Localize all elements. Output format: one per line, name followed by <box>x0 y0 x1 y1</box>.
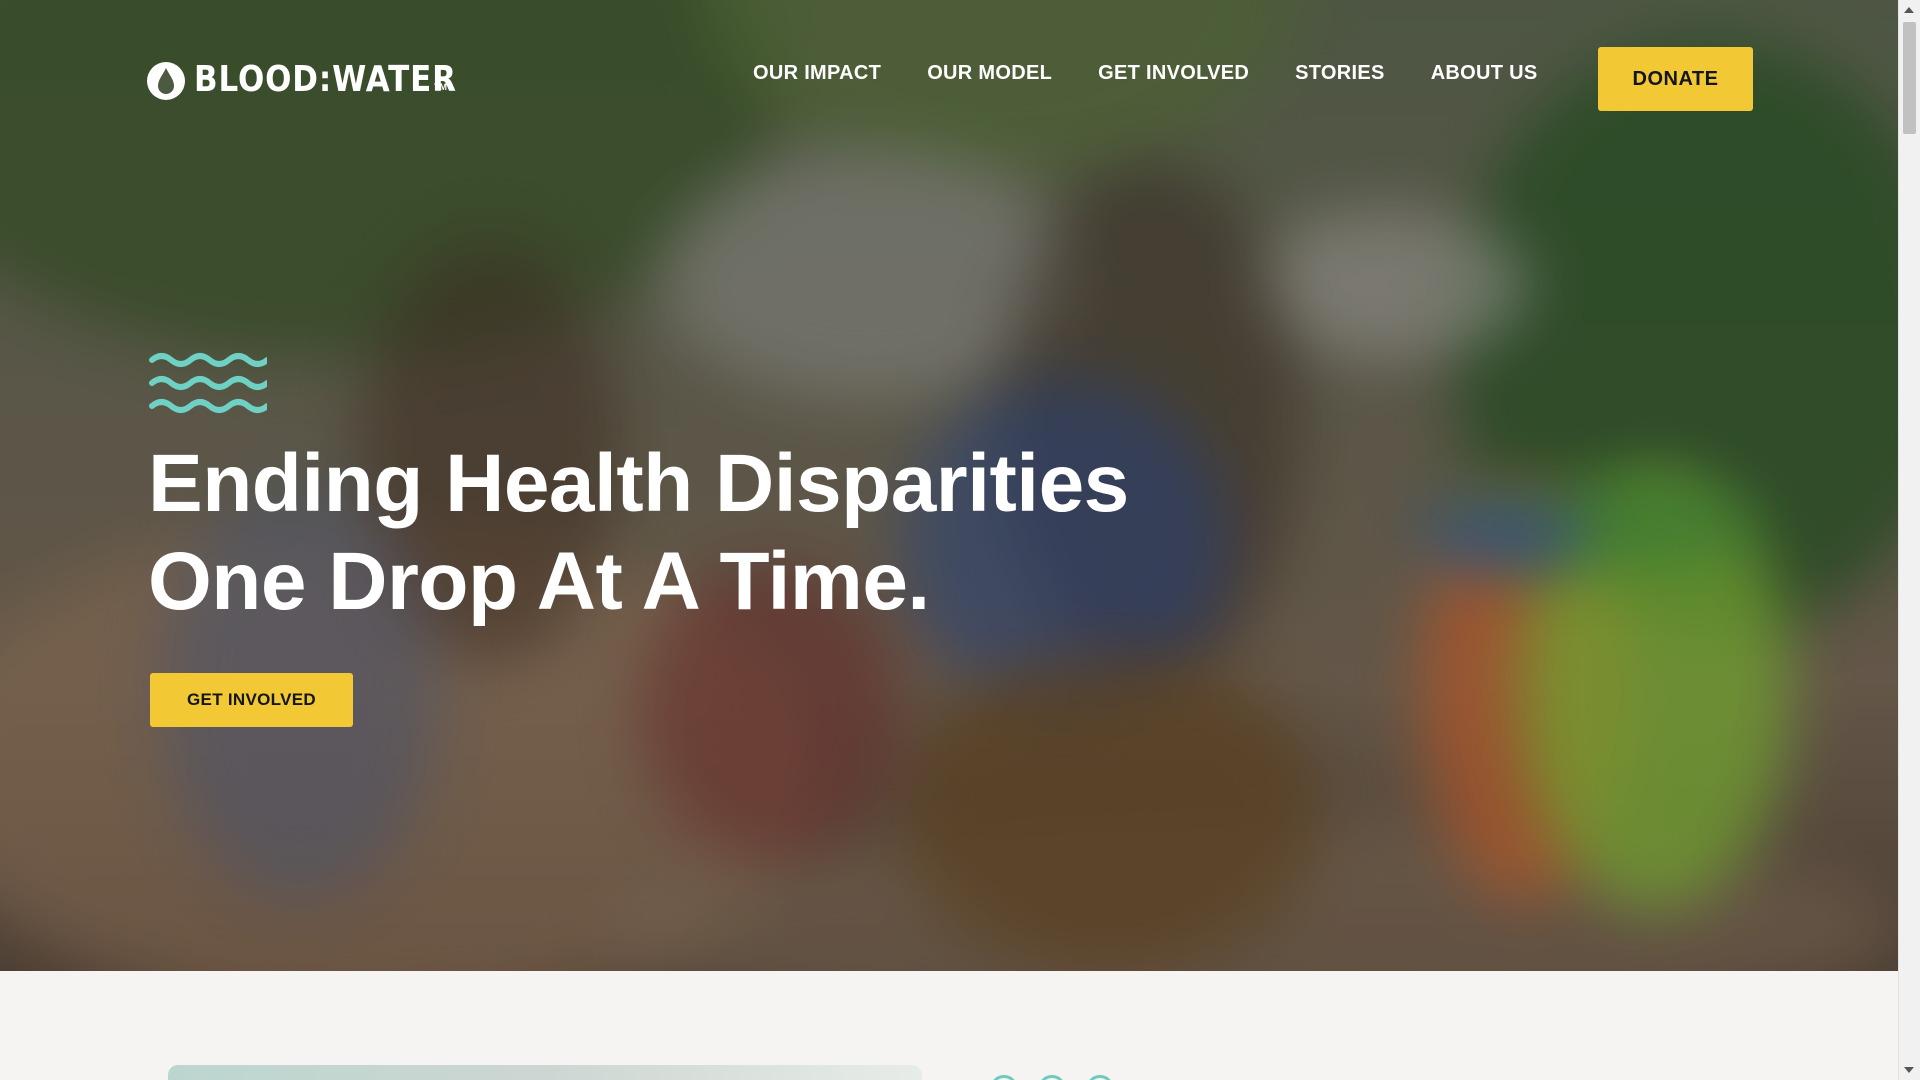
nav-about-us[interactable]: ABOUT US <box>1431 62 1538 85</box>
dot-icon <box>1086 1075 1114 1080</box>
nav-our-model[interactable]: OUR MODEL <box>927 62 1052 85</box>
decorative-dots <box>990 1075 1114 1080</box>
hero-headline: Ending Health Disparities One Drop At A … <box>148 435 1248 631</box>
hero-headline-line1: Ending Health Disparities <box>148 438 1129 529</box>
dot-icon <box>1038 1075 1066 1080</box>
vertical-scrollbar[interactable] <box>1898 0 1920 1080</box>
logo-wordmark: BLOOD:WATER <box>194 59 457 100</box>
content-card-preview <box>168 1065 922 1080</box>
page: BLOOD:WATER TM OUR IMPACT OUR MODEL GET … <box>0 0 1899 1080</box>
scrollbar-thumb[interactable] <box>1903 22 1916 134</box>
logo-trademark: TM <box>434 82 447 92</box>
waves-icon <box>149 353 267 413</box>
main-nav: OUR IMPACT OUR MODEL GET INVOLVED STORIE… <box>753 62 1584 85</box>
get-involved-button[interactable]: GET INVOLVED <box>150 673 353 727</box>
nav-stories[interactable]: STORIES <box>1295 62 1385 85</box>
brand-logo[interactable]: BLOOD:WATER TM <box>146 58 500 102</box>
scroll-up-arrow-icon[interactable] <box>1904 7 1914 13</box>
dot-icon <box>990 1075 1018 1080</box>
hero-headline-line2: One Drop At A Time. <box>148 536 930 627</box>
donate-button[interactable]: DONATE <box>1598 47 1753 111</box>
hero-section: BLOOD:WATER TM OUR IMPACT OUR MODEL GET … <box>0 0 1899 971</box>
water-drop-icon <box>147 62 185 100</box>
nav-get-involved[interactable]: GET INVOLVED <box>1098 62 1249 85</box>
scroll-down-arrow-icon[interactable] <box>1904 1067 1914 1073</box>
nav-our-impact[interactable]: OUR IMPACT <box>753 62 881 85</box>
